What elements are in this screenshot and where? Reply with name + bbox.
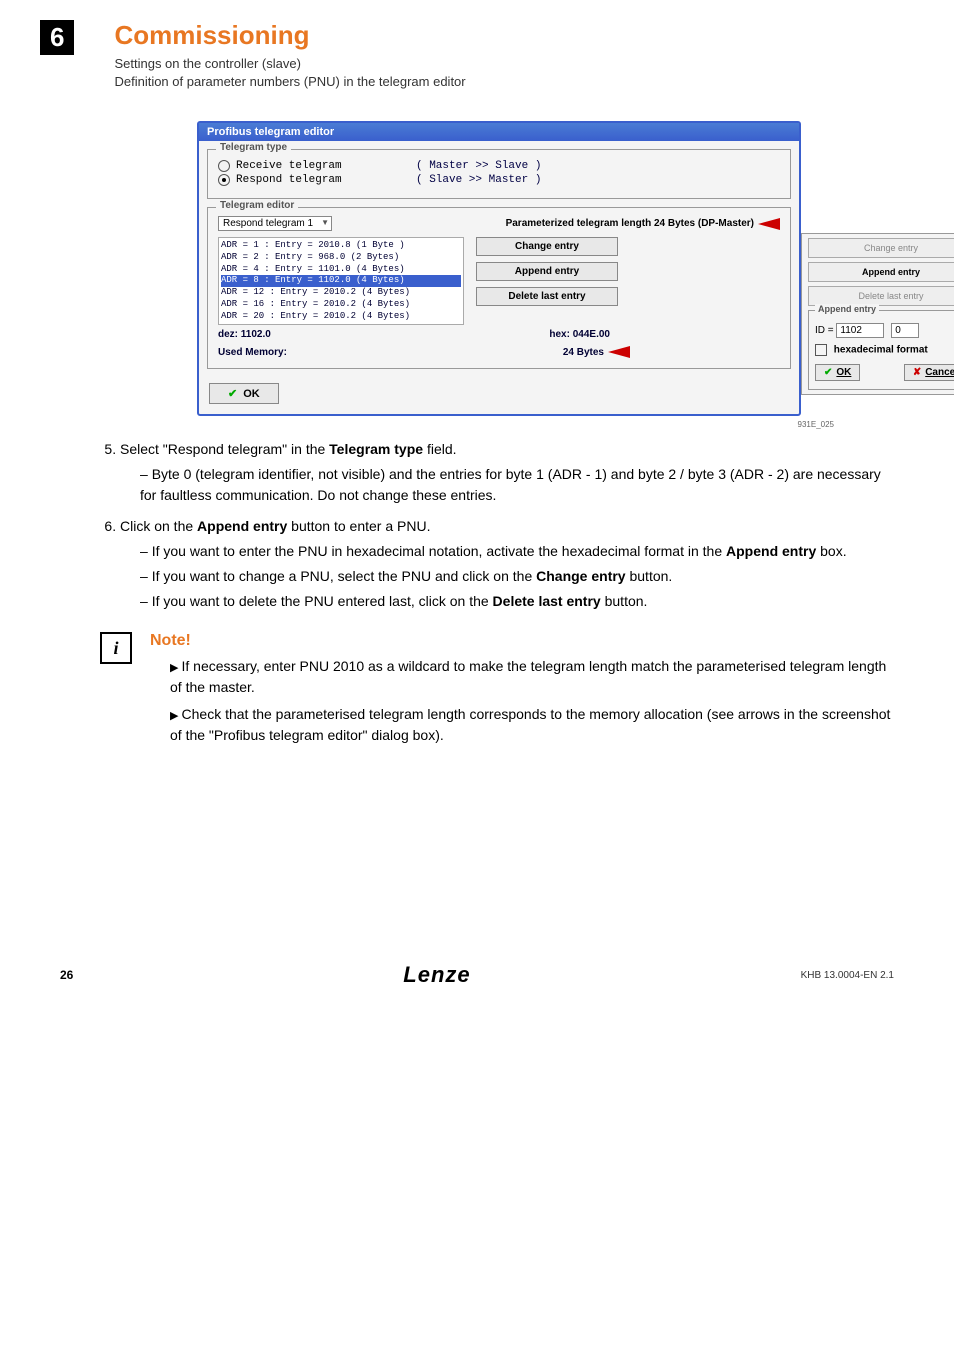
- close-icon: ✘: [913, 367, 921, 378]
- hex-format-label: hexadecimal format: [834, 345, 928, 356]
- used-memory-label: Used Memory:: [218, 347, 287, 358]
- profibus-editor-window: Profibus telegram editor Telegram type R…: [197, 121, 801, 416]
- group-legend: Telegram editor: [216, 200, 298, 211]
- step-6-sub3: If you want to delete the PNU entered la…: [140, 591, 894, 612]
- hex-value: hex: 044E.00: [549, 329, 610, 340]
- list-item[interactable]: ADR = 8 : Entry = 1102.0 (4 Bytes): [221, 275, 461, 287]
- id-label: ID =: [815, 325, 836, 336]
- note-title: Note!: [150, 632, 894, 650]
- note-bullet-1: If necessary, enter PNU 2010 as a wildca…: [170, 656, 894, 698]
- side-append-entry-button[interactable]: Append entry: [808, 262, 954, 282]
- hex-format-checkbox[interactable]: [815, 344, 827, 356]
- group-legend: Append entry: [815, 304, 879, 314]
- side-delete-entry-button[interactable]: Delete last entry: [808, 286, 954, 306]
- side-change-entry-button[interactable]: Change entry: [808, 238, 954, 258]
- note-block: i Note! If necessary, enter PNU 2010 as …: [100, 632, 894, 752]
- radio-receive-hint: ( Master >> Slave ): [416, 160, 541, 172]
- telegram-editor-group: Telegram editor Respond telegram 1 Param…: [207, 207, 791, 369]
- cancel-label: Cancel: [925, 367, 954, 378]
- arrow-icon: [758, 218, 780, 230]
- radio-receive[interactable]: [218, 160, 230, 172]
- side-cancel-button[interactable]: ✘ Cancel: [904, 364, 954, 381]
- step-5: Select "Respond telegram" in the Telegra…: [120, 439, 894, 506]
- step-6: Click on the Append entry button to ente…: [120, 516, 894, 612]
- append-entry-button[interactable]: Append entry: [476, 262, 618, 281]
- doc-id: KHB 13.0004-EN 2.1: [801, 970, 894, 981]
- list-item[interactable]: ADR = 4 : Entry = 1101.0 (4 Bytes): [221, 264, 461, 276]
- ok-button[interactable]: ✔ OK: [209, 383, 279, 404]
- list-item[interactable]: ADR = 20 : Entry = 2010.2 (4 Bytes): [221, 311, 461, 323]
- figure-code: 931E_025: [100, 420, 834, 429]
- append-entry-group: Append entry ID = 1102 0 hexadecimal for…: [808, 310, 954, 390]
- list-item[interactable]: ADR = 2 : Entry = 968.0 (2 Bytes): [221, 252, 461, 264]
- group-legend: Telegram type: [216, 142, 291, 153]
- header-sub2: Definition of parameter numbers (PNU) in…: [114, 73, 894, 91]
- check-icon: ✔: [824, 367, 832, 378]
- dez-value: dez: 1102.0: [218, 329, 271, 340]
- ok-label: OK: [243, 388, 260, 400]
- list-item[interactable]: ADR = 16 : Entry = 2010.2 (4 Bytes): [221, 299, 461, 311]
- side-panel: Change entry Append entry Delete last en…: [801, 233, 954, 395]
- step-6-sub2: If you want to change a PNU, select the …: [140, 566, 894, 587]
- id-main-input[interactable]: 1102: [836, 323, 884, 338]
- page-number: 26: [60, 968, 73, 982]
- param-length-label: Parameterized telegram length 24 Bytes (…: [506, 218, 754, 229]
- note-bullet-2: Check that the parameterised telegram le…: [170, 704, 894, 746]
- arrow-icon: [608, 346, 630, 358]
- entry-list[interactable]: ADR = 1 : Entry = 2010.8 (1 Byte ) ADR =…: [218, 237, 464, 325]
- check-icon: ✔: [228, 387, 237, 400]
- delete-last-entry-button[interactable]: Delete last entry: [476, 287, 618, 306]
- telegram-select[interactable]: Respond telegram 1: [218, 216, 332, 231]
- page-footer: 26 Lenze KHB 13.0004-EN 2.1: [0, 952, 954, 1008]
- step-6-sub1: If you want to enter the PNU in hexadeci…: [140, 541, 894, 562]
- page-title: Commissioning: [114, 20, 894, 51]
- window-titlebar: Profibus telegram editor: [199, 123, 799, 141]
- id-sub-input[interactable]: 0: [891, 323, 919, 338]
- radio-respond[interactable]: [218, 174, 230, 186]
- radio-respond-hint: ( Slave >> Master ): [416, 174, 541, 186]
- radio-receive-label: Receive telegram: [236, 160, 416, 172]
- info-icon: i: [100, 632, 132, 664]
- ok-label: OK: [836, 367, 851, 378]
- step-5-sub1: Byte 0 (telegram identifier, not visible…: [140, 464, 894, 506]
- list-item[interactable]: ADR = 12 : Entry = 2010.2 (4 Bytes): [221, 287, 461, 299]
- lenze-logo: Lenze: [403, 962, 470, 988]
- side-ok-button[interactable]: ✔ OK: [815, 364, 860, 381]
- chapter-number: 6: [40, 20, 74, 55]
- list-item[interactable]: ADR = 1 : Entry = 2010.8 (1 Byte ): [221, 240, 461, 252]
- header-sub1: Settings on the controller (slave): [114, 55, 894, 73]
- used-memory-value: 24 Bytes: [563, 347, 604, 358]
- change-entry-button[interactable]: Change entry: [476, 237, 618, 256]
- radio-respond-label: Respond telegram: [236, 174, 416, 186]
- telegram-type-group: Telegram type Receive telegram ( Master …: [207, 149, 791, 199]
